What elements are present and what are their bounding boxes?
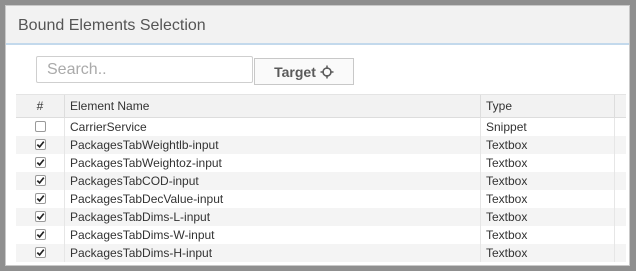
row-checkbox[interactable] (35, 247, 46, 258)
column-header-filler (614, 95, 626, 117)
element-type-cell: Textbox (480, 244, 614, 262)
row-select-cell (16, 172, 64, 190)
bound-elements-table: # Element Name Type CarrierService Snippe… (16, 94, 626, 262)
crosshair-icon (320, 65, 334, 78)
filler-cell (614, 208, 626, 226)
search-input[interactable] (36, 56, 253, 83)
element-type-cell: Textbox (480, 208, 614, 226)
element-type-cell: Snippet (480, 118, 614, 136)
checkmark-icon (36, 231, 45, 239)
row-checkbox[interactable] (35, 175, 46, 186)
element-type-cell: Textbox (480, 172, 614, 190)
element-name-cell: PackagesTabDecValue-input (64, 190, 480, 208)
filler-cell (614, 244, 626, 262)
row-select-cell (16, 208, 64, 226)
row-select-cell (16, 190, 64, 208)
element-name-cell: PackagesTabWeightoz-input (64, 154, 480, 172)
element-type-cell: Textbox (480, 136, 614, 154)
target-button-label: Target (274, 63, 316, 80)
checkmark-icon (36, 141, 45, 149)
table-row[interactable]: PackagesTabDecValue-input Textbox (16, 190, 626, 208)
column-header-element-name[interactable]: Element Name (64, 95, 480, 117)
table-body: CarrierService Snippet PackagesTabWeightlb… (16, 118, 626, 262)
bound-elements-dialog: Bound Elements Selection Target # Elemen… (5, 5, 630, 266)
filler-cell (614, 172, 626, 190)
row-checkbox[interactable] (35, 121, 46, 132)
row-checkbox[interactable] (35, 229, 46, 240)
table-row[interactable]: PackagesTabDims-H-input Textbox (16, 244, 626, 262)
column-header-type[interactable]: Type (480, 95, 614, 117)
table-row[interactable]: PackagesTabWeightoz-input Textbox (16, 154, 626, 172)
checkmark-icon (36, 249, 45, 257)
row-checkbox[interactable] (35, 211, 46, 222)
element-type-cell: Textbox (480, 154, 614, 172)
table-row[interactable]: CarrierService Snippet (16, 118, 626, 136)
checkmark-icon (36, 159, 45, 167)
element-name-cell: PackagesTabCOD-input (64, 172, 480, 190)
checkmark-icon (36, 195, 45, 203)
element-name-cell: PackagesTabWeightlb-input (64, 136, 480, 154)
dialog-title: Bound Elements Selection (18, 17, 206, 34)
filler-cell (614, 154, 626, 172)
element-type-cell: Textbox (480, 190, 614, 208)
element-type-cell: Textbox (480, 226, 614, 244)
filler-cell (614, 226, 626, 244)
row-select-cell (16, 154, 64, 172)
row-checkbox[interactable] (35, 157, 46, 168)
element-name-cell: CarrierService (64, 118, 480, 136)
row-checkbox[interactable] (35, 193, 46, 204)
toolbar: Target (6, 45, 629, 92)
table-header: # Element Name Type (16, 94, 626, 118)
checkmark-icon (36, 213, 45, 221)
row-select-cell (16, 226, 64, 244)
filler-cell (614, 136, 626, 154)
filler-cell (614, 190, 626, 208)
table-row[interactable]: PackagesTabDims-L-input Textbox (16, 208, 626, 226)
table-row[interactable]: PackagesTabWeightlb-input Textbox (16, 136, 626, 154)
row-select-cell (16, 118, 64, 136)
table-row[interactable]: PackagesTabCOD-input Textbox (16, 172, 626, 190)
target-button[interactable]: Target (254, 58, 354, 85)
row-select-cell (16, 244, 64, 262)
dialog-header: Bound Elements Selection (6, 6, 629, 45)
column-header-number[interactable]: # (16, 95, 64, 117)
filler-cell (614, 118, 626, 136)
checkmark-icon (36, 177, 45, 185)
element-name-cell: PackagesTabDims-L-input (64, 208, 480, 226)
row-select-cell (16, 136, 64, 154)
element-name-cell: PackagesTabDims-H-input (64, 244, 480, 262)
element-name-cell: PackagesTabDims-W-input (64, 226, 480, 244)
row-checkbox[interactable] (35, 139, 46, 150)
table-row[interactable]: PackagesTabDims-W-input Textbox (16, 226, 626, 244)
